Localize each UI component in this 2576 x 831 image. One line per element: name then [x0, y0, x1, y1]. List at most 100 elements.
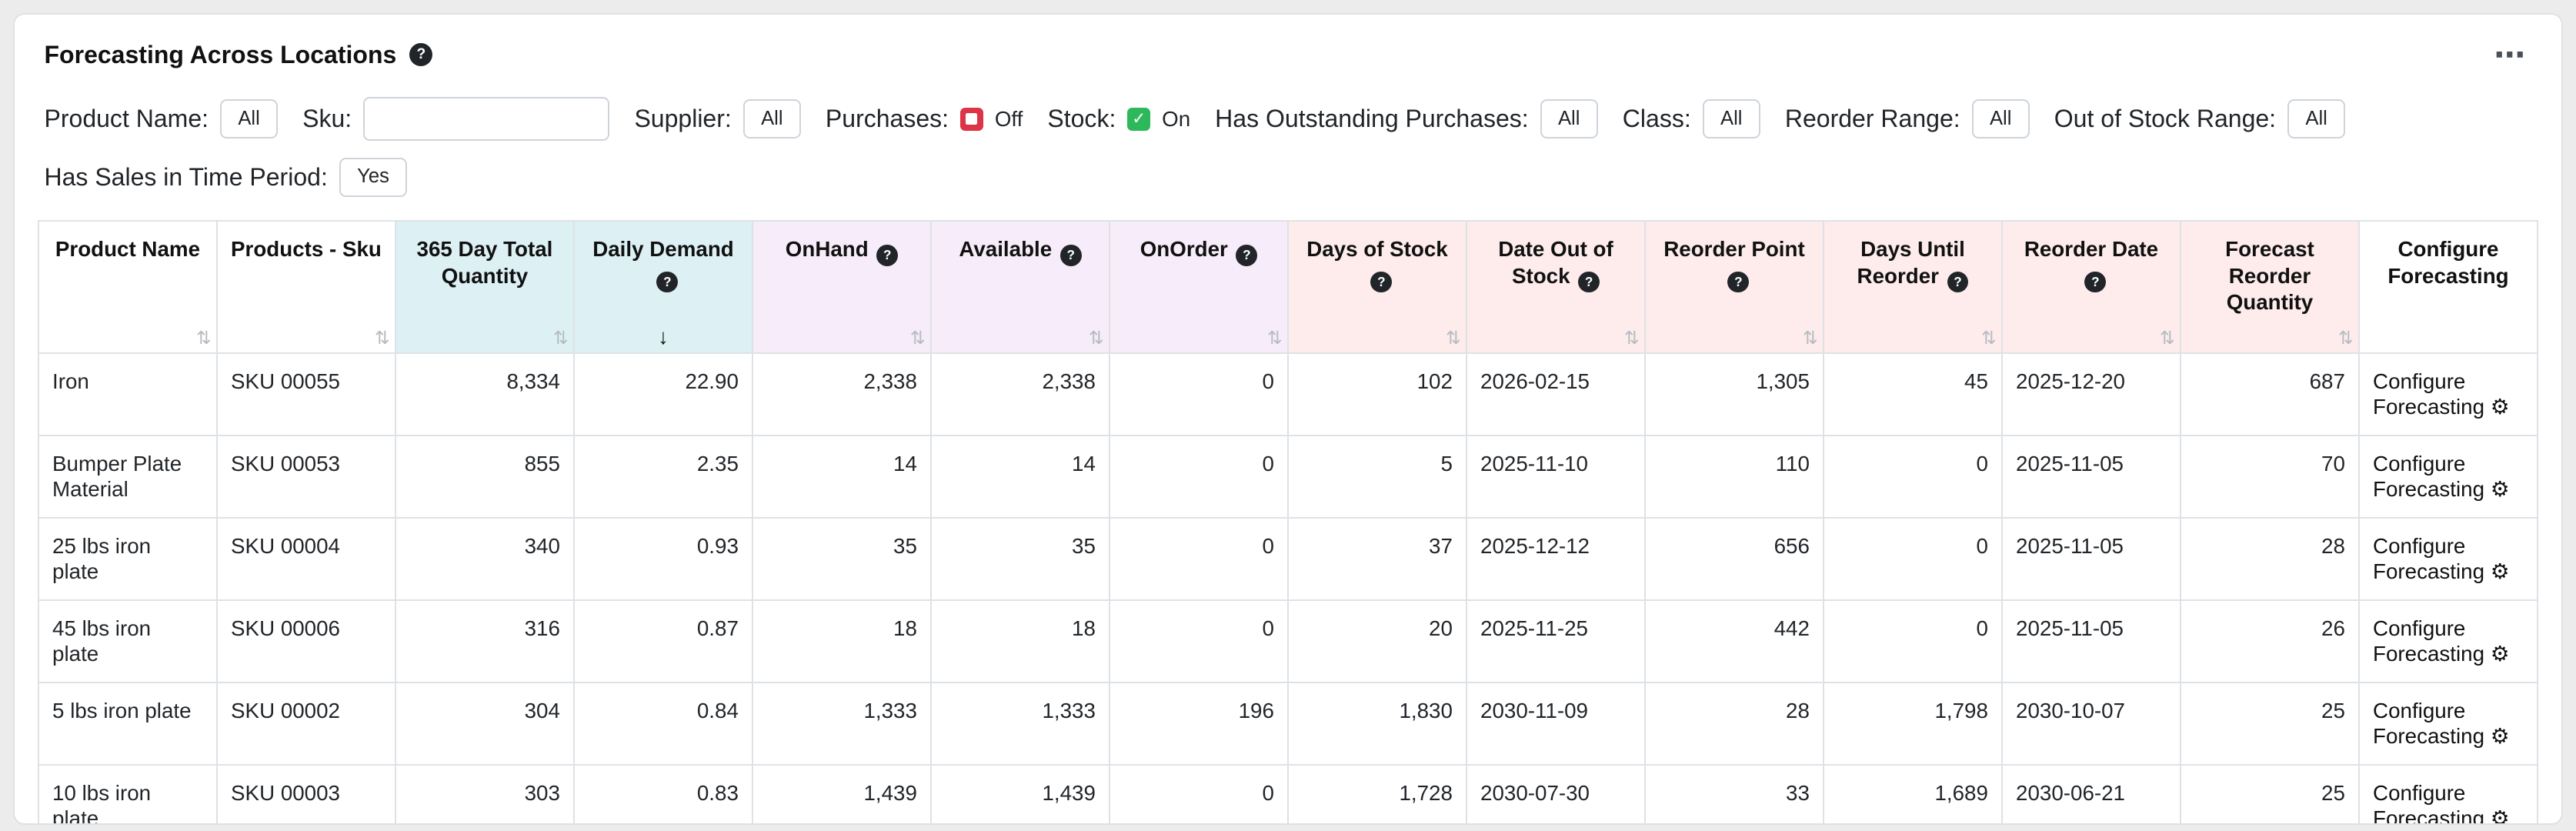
filter-out-of-stock-range: Out of Stock Range: All: [2054, 99, 2345, 138]
product-name-filter-button[interactable]: All: [220, 99, 278, 138]
column-header-days-until-reorder[interactable]: Days Until Reorder?⇅: [1824, 221, 2002, 353]
cell-onhand: 1,333: [752, 682, 931, 765]
help-icon[interactable]: ?: [1578, 272, 1600, 293]
help-icon[interactable]: ?: [1236, 245, 1257, 266]
forecasting-card: Forecasting Across Locations ? ⋯ Product…: [13, 13, 2563, 825]
configure-forecasting-link[interactable]: Configure Forecasting ⚙: [2373, 452, 2510, 501]
cell-onhand: 35: [752, 518, 931, 600]
filter-supplier: Supplier: All: [634, 99, 800, 138]
cell-reorder-point: 1,305: [1645, 353, 1824, 436]
help-icon[interactable]: ?: [876, 245, 898, 266]
cell-days-until-reorder: 0: [1824, 600, 2002, 682]
cell-date-out-of-stock: 2025-11-25: [1467, 600, 1645, 682]
cell-configure-forecasting: Configure Forecasting ⚙: [2359, 436, 2538, 518]
out-of-stock-range-filter-button[interactable]: All: [2287, 99, 2345, 138]
cell-days-of-stock: 37: [1288, 518, 1467, 600]
sort-icon[interactable]: ⇅: [2160, 329, 2175, 347]
help-icon[interactable]: ?: [1727, 272, 1749, 293]
cell-daily-demand: 0.84: [574, 682, 752, 765]
sort-icon[interactable]: ⇅: [2338, 329, 2354, 347]
cell-configure-forecasting: Configure Forecasting ⚙: [2359, 765, 2538, 825]
column-header-onorder[interactable]: OnOrder?⇅: [1109, 221, 1288, 353]
help-icon[interactable]: ?: [1060, 245, 1082, 266]
table-row: 5 lbs iron plateSKU 000023040.841,3331,3…: [38, 682, 2538, 765]
title-help-icon[interactable]: ?: [409, 43, 432, 66]
column-label: Available: [959, 237, 1052, 261]
reorder-range-filter-label: Reorder Range:: [1785, 105, 1960, 133]
configure-forecasting-link[interactable]: Configure Forecasting ⚙: [2373, 699, 2510, 748]
column-header-products-sku[interactable]: Products - Sku⇅: [217, 221, 395, 353]
purchases-state-label: Off: [995, 107, 1023, 132]
cell-days-until-reorder: 1,689: [1824, 765, 2002, 825]
sort-icon[interactable]: ⇅: [1803, 329, 1818, 347]
cell-daily-demand: 22.90: [574, 353, 752, 436]
column-header-product-name[interactable]: Product Name ⇅: [38, 221, 217, 353]
cell-product-name: 5 lbs iron plate: [38, 682, 217, 765]
column-header-onhand[interactable]: OnHand?⇅: [752, 221, 931, 353]
cell-products-sku: SKU 00006: [217, 600, 395, 682]
help-icon[interactable]: ?: [1947, 272, 1969, 293]
purchases-toggle-checkbox[interactable]: [960, 108, 983, 131]
outstanding-purchases-filter-button[interactable]: All: [1540, 99, 1598, 138]
gear-icon: ⚙: [2491, 395, 2510, 419]
column-header-365-day-total-quantity[interactable]: 365 Day Total Quantity ⇅: [395, 221, 574, 353]
purchases-toggle-inner-icon: [966, 113, 977, 125]
cell-days-of-stock: 20: [1288, 600, 1467, 682]
sort-icon[interactable]: ⇅: [1089, 329, 1104, 347]
cell-daily-demand: 0.93: [574, 518, 752, 600]
gear-icon: ⚙: [2491, 724, 2510, 748]
column-header-reorder-date[interactable]: Reorder Date?⇅: [2002, 221, 2181, 353]
cell-date-out-of-stock: 2025-11-10: [1467, 436, 1645, 518]
configure-forecasting-link[interactable]: Configure Forecasting ⚙: [2373, 369, 2510, 419]
column-header-forecast-reorder-quantity[interactable]: Forecast Reorder Quantity⇅: [2181, 221, 2359, 353]
cell-products-sku: SKU 00004: [217, 518, 395, 600]
column-label: Product Name: [55, 237, 200, 261]
sort-icon[interactable]: ⇅: [196, 329, 212, 347]
column-label: 365 Day Total Quantity: [417, 237, 553, 288]
cell-reorder-date: 2025-11-05: [2002, 436, 2181, 518]
configure-forecasting-link[interactable]: Configure Forecasting ⚙: [2373, 616, 2510, 666]
class-filter-button[interactable]: All: [1703, 99, 1760, 138]
sort-icon[interactable]: ⇅: [1981, 329, 1997, 347]
column-header-reorder-point[interactable]: Reorder Point?⇅: [1645, 221, 1824, 353]
sku-input[interactable]: [363, 97, 609, 142]
column-header-available[interactable]: Available? ⇅: [931, 221, 1109, 353]
sort-icon[interactable]: ⇅: [375, 329, 390, 347]
cell-days-of-stock: 1,830: [1288, 682, 1467, 765]
table-header-row: Product Name⇅Products - Sku⇅365 Day Tota…: [38, 221, 2538, 353]
sort-icon[interactable]: ⇅: [1267, 329, 1283, 347]
cell-available: 35: [931, 518, 1109, 600]
reorder-range-filter-button[interactable]: All: [1972, 99, 2030, 138]
sort-icon[interactable]: ⇅: [910, 329, 926, 347]
supplier-filter-button[interactable]: All: [743, 99, 801, 138]
table-row: 25 lbs iron plateSKU 000043400.933535037…: [38, 518, 2538, 600]
gear-icon: ⚙: [2491, 477, 2510, 501]
more-options-icon[interactable]: ⋯: [2488, 39, 2532, 71]
cell-days-until-reorder: 0: [1824, 436, 2002, 518]
configure-forecasting-link[interactable]: Configure Forecasting ⚙: [2373, 534, 2510, 583]
help-icon[interactable]: ?: [656, 272, 678, 293]
cell-reorder-point: 442: [1645, 600, 1824, 682]
help-icon[interactable]: ?: [1370, 272, 1392, 293]
has-sales-filter-button[interactable]: Yes: [339, 158, 407, 197]
configure-forecasting-link[interactable]: Configure Forecasting ⚙: [2373, 781, 2510, 825]
cell-reorder-point: 110: [1645, 436, 1824, 518]
column-header-daily-demand[interactable]: Daily Demand?↓: [574, 221, 752, 353]
cell-products-sku: SKU 00053: [217, 436, 395, 518]
sort-icon[interactable]: ⇅: [1446, 329, 1461, 347]
sort-icon[interactable]: ⇅: [553, 329, 569, 347]
sort-desc-icon[interactable]: ↓: [575, 326, 752, 348]
column-header-date-out-of-stock[interactable]: Date Out of Stock?⇅: [1467, 221, 1645, 353]
sort-icon[interactable]: ⇅: [1624, 329, 1640, 347]
filter-bar-second-row: Has Sales in Time Period: Yes: [15, 151, 2561, 216]
table-container: Product Name⇅Products - Sku⇅365 Day Tota…: [15, 216, 2561, 825]
column-header-days-of-stock[interactable]: Days of Stock?⇅: [1288, 221, 1467, 353]
filter-outstanding-purchases: Has Outstanding Purchases: All: [1215, 99, 1598, 138]
cell-onorder: 0: [1109, 600, 1288, 682]
stock-toggle-checkbox[interactable]: ✓: [1127, 108, 1150, 131]
cell-configure-forecasting: Configure Forecasting ⚙: [2359, 682, 2538, 765]
cell-available: 2,338: [931, 353, 1109, 436]
forecast-table: Product Name⇅Products - Sku⇅365 Day Tota…: [38, 220, 2538, 825]
filter-stock: Stock: ✓ On: [1047, 105, 1190, 133]
help-icon[interactable]: ?: [2084, 272, 2106, 293]
